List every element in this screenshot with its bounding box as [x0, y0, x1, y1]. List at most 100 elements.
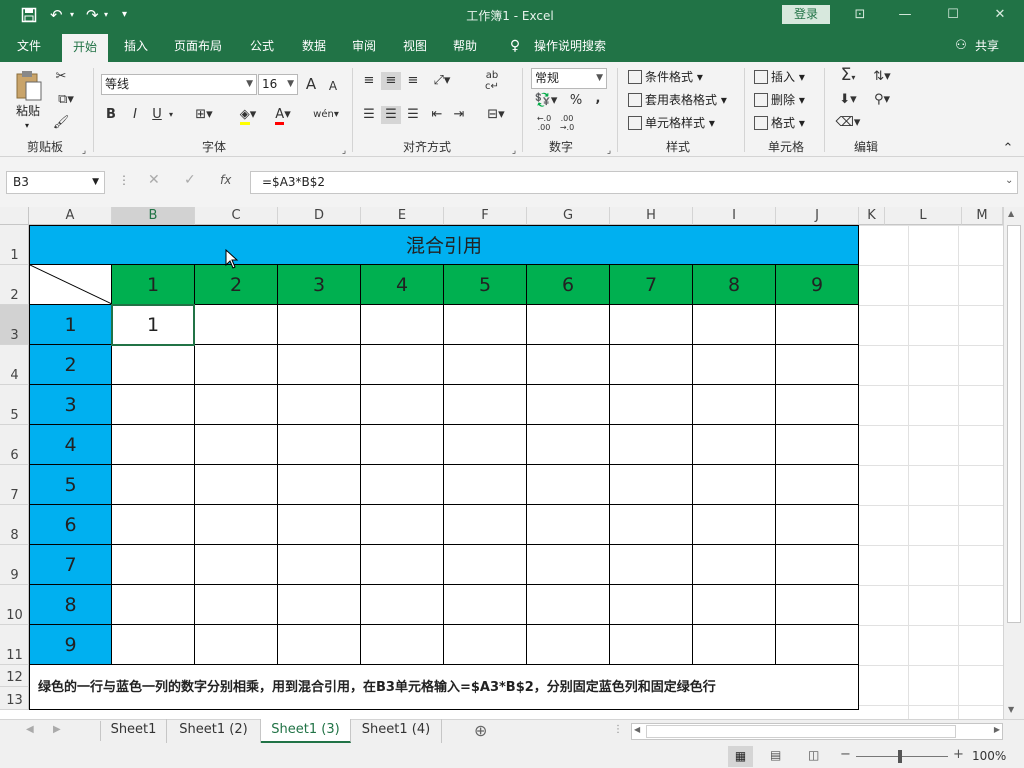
- column-header-j[interactable]: J: [776, 207, 859, 225]
- tab-review[interactable]: 审阅: [342, 30, 386, 62]
- customize-qat-icon[interactable]: ▾: [122, 5, 134, 25]
- body-cell[interactable]: [776, 385, 859, 425]
- body-cell[interactable]: [693, 585, 776, 625]
- sheet-tab-1[interactable]: Sheet1: [101, 719, 167, 743]
- body-cell[interactable]: [776, 585, 859, 625]
- body-cell[interactable]: [112, 345, 195, 385]
- blue-header-cell[interactable]: 8: [29, 585, 112, 625]
- page-break-view-icon[interactable]: ◫: [808, 748, 819, 762]
- find-select-icon[interactable]: ⚲▾: [868, 91, 896, 109]
- column-header-l[interactable]: L: [885, 207, 962, 225]
- body-cell[interactable]: [693, 465, 776, 505]
- confirm-entry-icon[interactable]: ✓: [184, 172, 196, 188]
- align-top-icon[interactable]: ≡: [360, 72, 378, 90]
- horizontal-scrollbar[interactable]: ◀ ▶: [631, 723, 1003, 740]
- body-cell[interactable]: [527, 345, 610, 385]
- collapse-ribbon-icon[interactable]: ⌃: [1001, 140, 1015, 158]
- scroll-thumb[interactable]: [1007, 225, 1021, 623]
- body-cell[interactable]: [278, 545, 361, 585]
- body-cell[interactable]: [776, 505, 859, 545]
- cell-b3[interactable]: 1: [112, 305, 195, 345]
- page-layout-view-icon[interactable]: ▤: [770, 748, 781, 762]
- body-cell[interactable]: [444, 305, 527, 345]
- paste-dropdown-icon[interactable]: ▾: [25, 117, 29, 135]
- body-cell[interactable]: [444, 345, 527, 385]
- body-cell[interactable]: [527, 465, 610, 505]
- delete-cells-button[interactable]: 删除 ▾: [754, 91, 805, 109]
- body-cell[interactable]: [776, 345, 859, 385]
- body-cell[interactable]: [610, 305, 693, 345]
- row-header-9[interactable]: 9: [0, 545, 29, 585]
- fill-color-icon[interactable]: ◈▾: [232, 106, 264, 125]
- fill-icon[interactable]: ⬇▾: [834, 91, 862, 109]
- border-icon[interactable]: ⊞▾: [190, 106, 218, 124]
- body-cell[interactable]: [361, 465, 444, 505]
- align-right-icon[interactable]: ☰: [404, 106, 422, 124]
- conditional-format-button[interactable]: 条件格式 ▾: [628, 68, 703, 86]
- italic-button[interactable]: I: [128, 106, 142, 124]
- row-header-12[interactable]: 12: [0, 665, 29, 687]
- zoom-out-icon[interactable]: −: [840, 747, 851, 762]
- blue-header-cell[interactable]: 7: [29, 545, 112, 585]
- scroll-up-icon[interactable]: ▲: [1008, 209, 1014, 218]
- row-header-11[interactable]: 11: [0, 625, 29, 665]
- body-cell[interactable]: [112, 465, 195, 505]
- body-cell[interactable]: [112, 585, 195, 625]
- column-header-a[interactable]: A: [29, 207, 112, 225]
- align-center-icon[interactable]: ☰: [381, 106, 401, 124]
- vertical-scrollbar[interactable]: ▲ ▼: [1003, 207, 1024, 719]
- body-cell[interactable]: [693, 505, 776, 545]
- hscroll-thumb[interactable]: [646, 725, 956, 738]
- green-header-cell[interactable]: 5: [444, 265, 527, 305]
- green-header-cell[interactable]: 9: [776, 265, 859, 305]
- body-cell[interactable]: [693, 625, 776, 665]
- decrease-indent-icon[interactable]: ⇤: [428, 106, 446, 124]
- body-cell[interactable]: [610, 625, 693, 665]
- login-button[interactable]: 登录: [782, 5, 830, 24]
- formula-input[interactable]: =$A3*B$2: [250, 171, 1018, 194]
- scroll-left-icon[interactable]: ◀: [634, 725, 640, 734]
- tab-page-layout[interactable]: 页面布局: [166, 30, 230, 62]
- body-cell[interactable]: [444, 465, 527, 505]
- body-cell[interactable]: [195, 585, 278, 625]
- body-cell[interactable]: [527, 385, 610, 425]
- grow-font-icon[interactable]: A: [302, 75, 320, 93]
- body-cell[interactable]: [195, 425, 278, 465]
- green-header-cell[interactable]: 4: [361, 265, 444, 305]
- scroll-right-icon[interactable]: ▶: [994, 725, 1000, 734]
- body-cell[interactable]: [527, 425, 610, 465]
- body-cell[interactable]: [610, 585, 693, 625]
- body-cell[interactable]: [195, 505, 278, 545]
- column-header-d[interactable]: D: [278, 207, 361, 225]
- body-cell[interactable]: [361, 425, 444, 465]
- underline-button[interactable]: U: [150, 106, 164, 124]
- bold-button[interactable]: B: [104, 106, 118, 124]
- body-cell[interactable]: [278, 305, 361, 345]
- body-cell[interactable]: [610, 385, 693, 425]
- sheet-tab-3[interactable]: Sheet1 (3): [261, 719, 351, 743]
- body-cell[interactable]: [361, 505, 444, 545]
- body-cell[interactable]: [527, 625, 610, 665]
- sheet-tab-4[interactable]: Sheet1 (4): [351, 719, 442, 743]
- tab-view[interactable]: 视图: [393, 30, 437, 62]
- align-bottom-icon[interactable]: ≡: [404, 72, 422, 90]
- font-color-icon[interactable]: A▾: [268, 106, 298, 125]
- row-header-2[interactable]: 2: [0, 265, 29, 305]
- row-header-8[interactable]: 8: [0, 505, 29, 545]
- select-all-button[interactable]: [0, 207, 29, 225]
- cancel-entry-icon[interactable]: ✕: [148, 172, 160, 188]
- column-header-i[interactable]: I: [693, 207, 776, 225]
- body-cell[interactable]: [195, 465, 278, 505]
- body-cell[interactable]: [278, 425, 361, 465]
- body-cell[interactable]: [776, 465, 859, 505]
- body-cell[interactable]: [278, 505, 361, 545]
- paste-icon[interactable]: [14, 70, 46, 102]
- blue-header-cell[interactable]: 2: [29, 345, 112, 385]
- minimize-icon[interactable]: —: [890, 5, 920, 25]
- zoom-slider-track[interactable]: [856, 756, 948, 757]
- next-sheet-icon[interactable]: ▶: [53, 724, 61, 735]
- cell-styles-button[interactable]: 单元格样式 ▾: [628, 114, 715, 132]
- body-cell[interactable]: [610, 425, 693, 465]
- copy-icon[interactable]: ⧉▾: [52, 91, 80, 109]
- body-cell[interactable]: [361, 305, 444, 345]
